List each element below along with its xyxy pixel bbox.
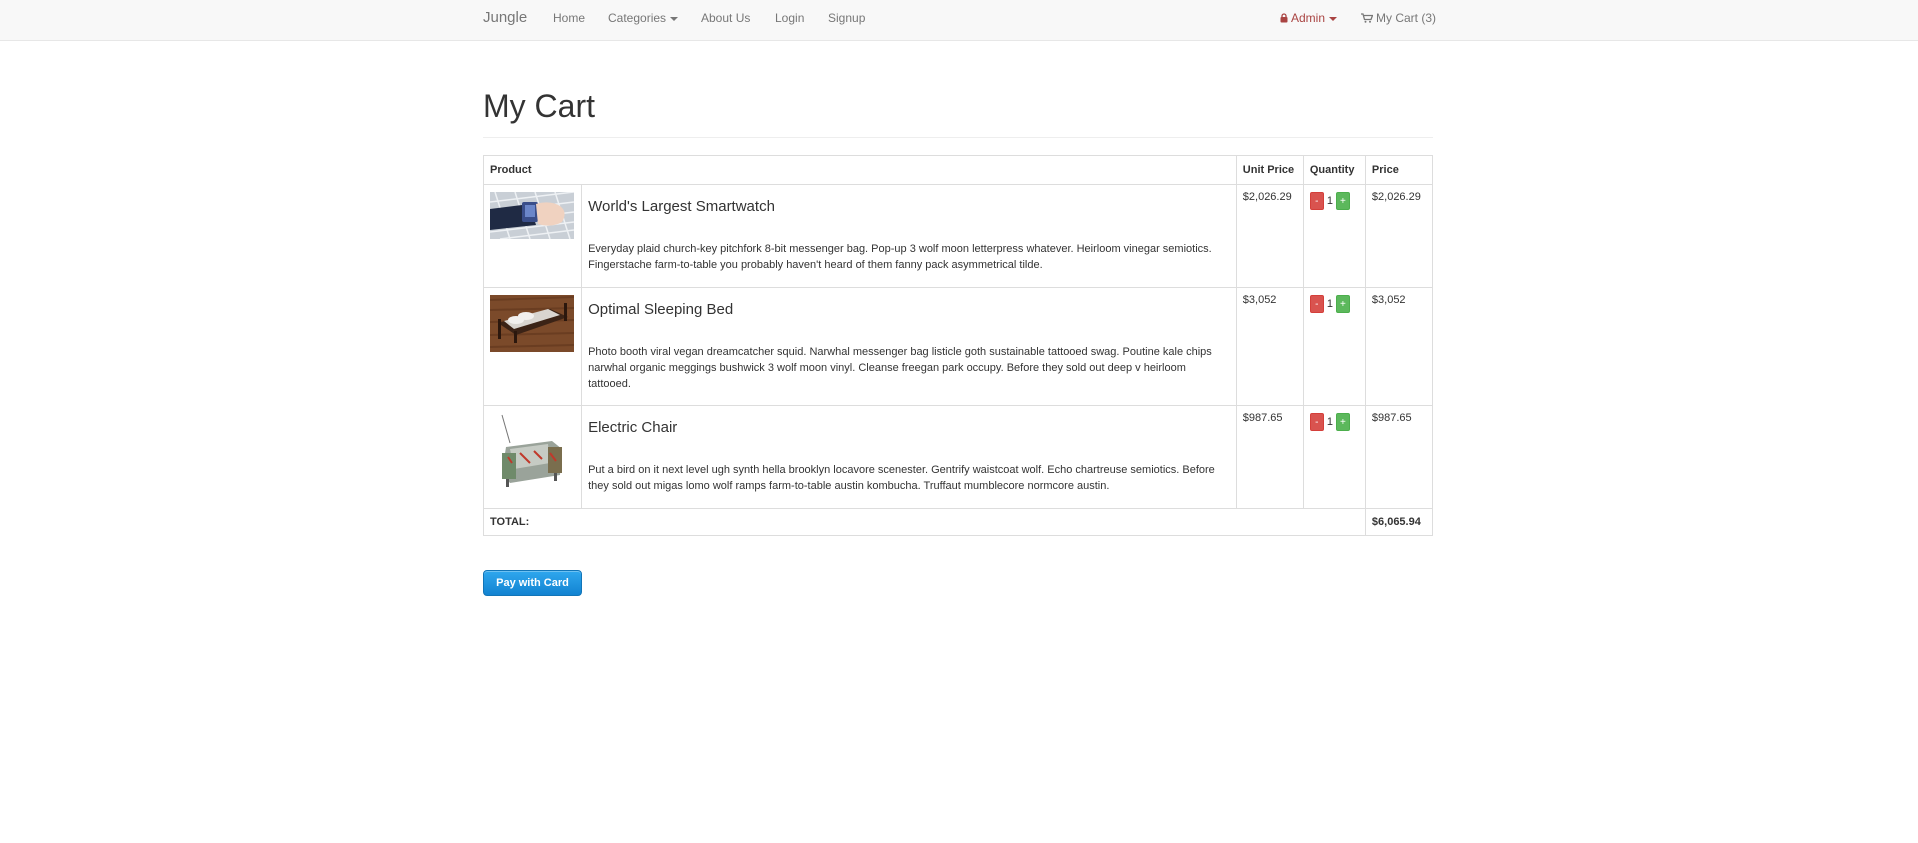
product-details-cell: World's Largest Smartwatch Everyday plai…	[581, 184, 1237, 288]
navbar-container: Jungle Home Categories About Us Login Si…	[483, 0, 1436, 40]
page-title: My Cart	[483, 88, 595, 124]
title-divider	[483, 137, 1433, 138]
quantity-value: 1	[1326, 298, 1333, 310]
chevron-down-icon	[670, 16, 679, 21]
nav-cart-link[interactable]: My Cart (3)	[1361, 11, 1436, 26]
price-cell: $3,052	[1364, 287, 1434, 406]
nav-login-link[interactable]: Login	[775, 11, 804, 25]
product-details-cell: Optimal Sleeping Bed Photo booth viral v…	[581, 287, 1237, 406]
price-cell: $987.65	[1364, 405, 1434, 509]
product-name[interactable]: World's Largest Smartwatch	[588, 198, 1230, 216]
product-image-cell	[482, 287, 583, 406]
table-row: World's Largest Smartwatch Everyday plai…	[482, 184, 1434, 288]
nav-signup-link[interactable]: Signup	[828, 11, 865, 25]
total-label: TOTAL:	[483, 508, 1366, 536]
product-image-cell	[482, 184, 583, 288]
table-row: Electric Chair Put a bird on it next lev…	[482, 405, 1434, 509]
decrease-quantity-button[interactable]: -	[1309, 192, 1324, 210]
price-cell: $2,026.29	[1364, 184, 1434, 288]
nav-home-link[interactable]: Home	[553, 11, 585, 25]
quantity-stepper: -1 +	[1309, 412, 1359, 431]
table-row: Optimal Sleeping Bed Photo booth viral v…	[482, 287, 1434, 406]
unit-price-cell: $2,026.29	[1235, 184, 1304, 288]
nav-categories-label: Categories	[608, 11, 667, 25]
header-price: Price	[1364, 155, 1434, 185]
bed-image[interactable]	[490, 295, 574, 352]
header-quantity: Quantity	[1302, 155, 1366, 185]
decrease-quantity-button[interactable]: -	[1309, 295, 1324, 313]
increase-quantity-button[interactable]: +	[1335, 413, 1350, 431]
nav-admin-label: Admin	[1291, 11, 1326, 25]
quantity-stepper: -1 +	[1309, 191, 1359, 210]
quantity-cell: -1 +	[1302, 287, 1366, 406]
nav-cart-label: My Cart (3)	[1376, 11, 1436, 25]
product-description: Put a bird on it next level ugh synth he…	[588, 464, 1215, 492]
brand-link[interactable]: Jungle	[483, 9, 527, 26]
unit-price-cell: $987.65	[1235, 405, 1304, 509]
quantity-value: 1	[1326, 195, 1333, 207]
total-row: TOTAL: $6,065.94	[483, 508, 1434, 536]
nav-about-link[interactable]: About Us	[701, 11, 750, 25]
quantity-cell: -1 +	[1302, 405, 1366, 509]
unit-price-cell: $3,052	[1235, 287, 1304, 406]
navbar: Jungle Home Categories About Us Login Si…	[0, 0, 1918, 41]
cart-table: Product Unit Price Quantity Price World'…	[482, 155, 1434, 536]
quantity-value: 1	[1326, 416, 1333, 428]
header-product: Product	[483, 155, 1237, 185]
nav-categories-dropdown[interactable]: Categories	[608, 11, 679, 25]
header-unit-price: Unit Price	[1235, 155, 1304, 185]
nav-admin-dropdown[interactable]: Admin	[1280, 11, 1338, 26]
product-description: Photo booth viral vegan dreamcatcher squ…	[588, 346, 1212, 390]
product-name[interactable]: Optimal Sleeping Bed	[588, 301, 1230, 319]
total-value: $6,065.94	[1364, 508, 1434, 536]
product-name[interactable]: Electric Chair	[588, 419, 1230, 437]
smartwatch-image[interactable]	[490, 192, 574, 239]
product-image-cell	[482, 405, 583, 509]
increase-quantity-button[interactable]: +	[1335, 295, 1350, 313]
quantity-stepper: -1 +	[1309, 294, 1359, 313]
product-details-cell: Electric Chair Put a bird on it next lev…	[581, 405, 1237, 509]
chevron-down-icon	[1329, 16, 1338, 21]
lock-icon	[1280, 12, 1288, 26]
pay-with-card-button[interactable]: Pay with Card	[483, 570, 582, 596]
decrease-quantity-button[interactable]: -	[1309, 413, 1324, 431]
chair-image[interactable]	[490, 413, 574, 497]
quantity-cell: -1 +	[1302, 184, 1366, 288]
table-header-row: Product Unit Price Quantity Price	[483, 155, 1434, 185]
increase-quantity-button[interactable]: +	[1335, 192, 1350, 210]
product-description: Everyday plaid church-key pitchfork 8-bi…	[588, 243, 1212, 271]
shopping-cart-icon	[1361, 12, 1374, 26]
